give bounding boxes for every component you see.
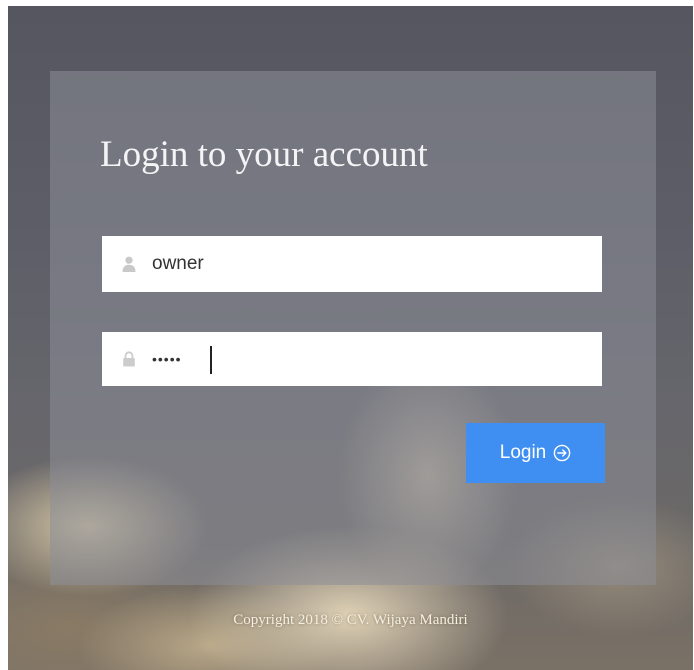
lock-icon	[123, 351, 135, 367]
login-button[interactable]: Login	[466, 423, 605, 483]
copyright-text: Copyright 2018 © CV. Wijaya Mandiri	[233, 612, 468, 628]
password-field[interactable]	[102, 332, 602, 386]
username-field[interactable]	[102, 236, 602, 292]
user-icon	[122, 256, 136, 272]
text-caret	[210, 346, 212, 374]
login-screen: Login to your account Login Copyright	[8, 6, 693, 670]
arrow-circle-right-icon	[553, 444, 571, 462]
login-button-label: Login	[499, 442, 547, 463]
password-input[interactable]	[152, 332, 582, 386]
login-panel: Login to your account Login	[50, 71, 656, 585]
username-input[interactable]	[152, 236, 582, 292]
login-title: Login to your account	[100, 134, 428, 175]
